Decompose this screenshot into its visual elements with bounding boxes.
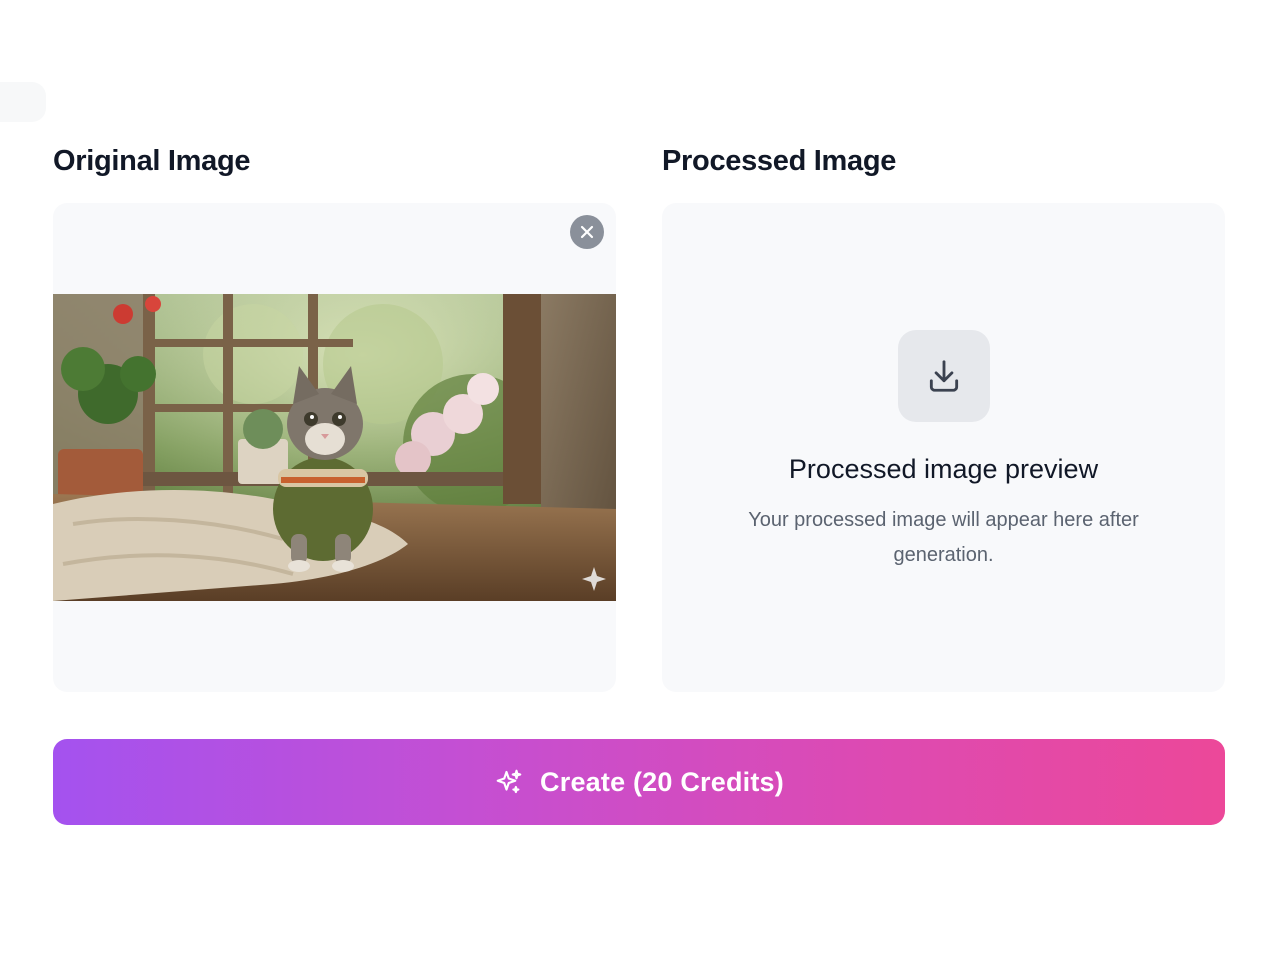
original-image-section: Original Image (53, 140, 616, 692)
download-icon (929, 360, 958, 392)
corner-decoration (0, 82, 46, 122)
empty-state-description: Your processed image will appear here af… (748, 509, 1139, 566)
sparkles-icon (496, 769, 522, 794)
create-button-label: Create (20 Credits) (540, 766, 784, 797)
processed-image-panel: Processed image preview Your processed i… (662, 203, 1225, 692)
empty-state-title: Processed image preview (788, 454, 1099, 484)
processed-image-title: Processed Image (662, 145, 897, 177)
processed-image-section: Processed Image Processed image preview … (662, 140, 1225, 692)
image-processor-page: Original Image Processed Image Processed… (0, 0, 1280, 960)
original-image-title: Original Image (53, 145, 251, 177)
close-icon (580, 225, 594, 239)
uploaded-image (53, 294, 616, 601)
empty-state: Processed image preview Your processed i… (662, 330, 1225, 573)
download-tile (897, 330, 990, 422)
original-image-panel (53, 203, 616, 692)
remove-image-button[interactable] (570, 215, 604, 249)
create-button[interactable]: Create (20 Credits) (53, 739, 1225, 825)
